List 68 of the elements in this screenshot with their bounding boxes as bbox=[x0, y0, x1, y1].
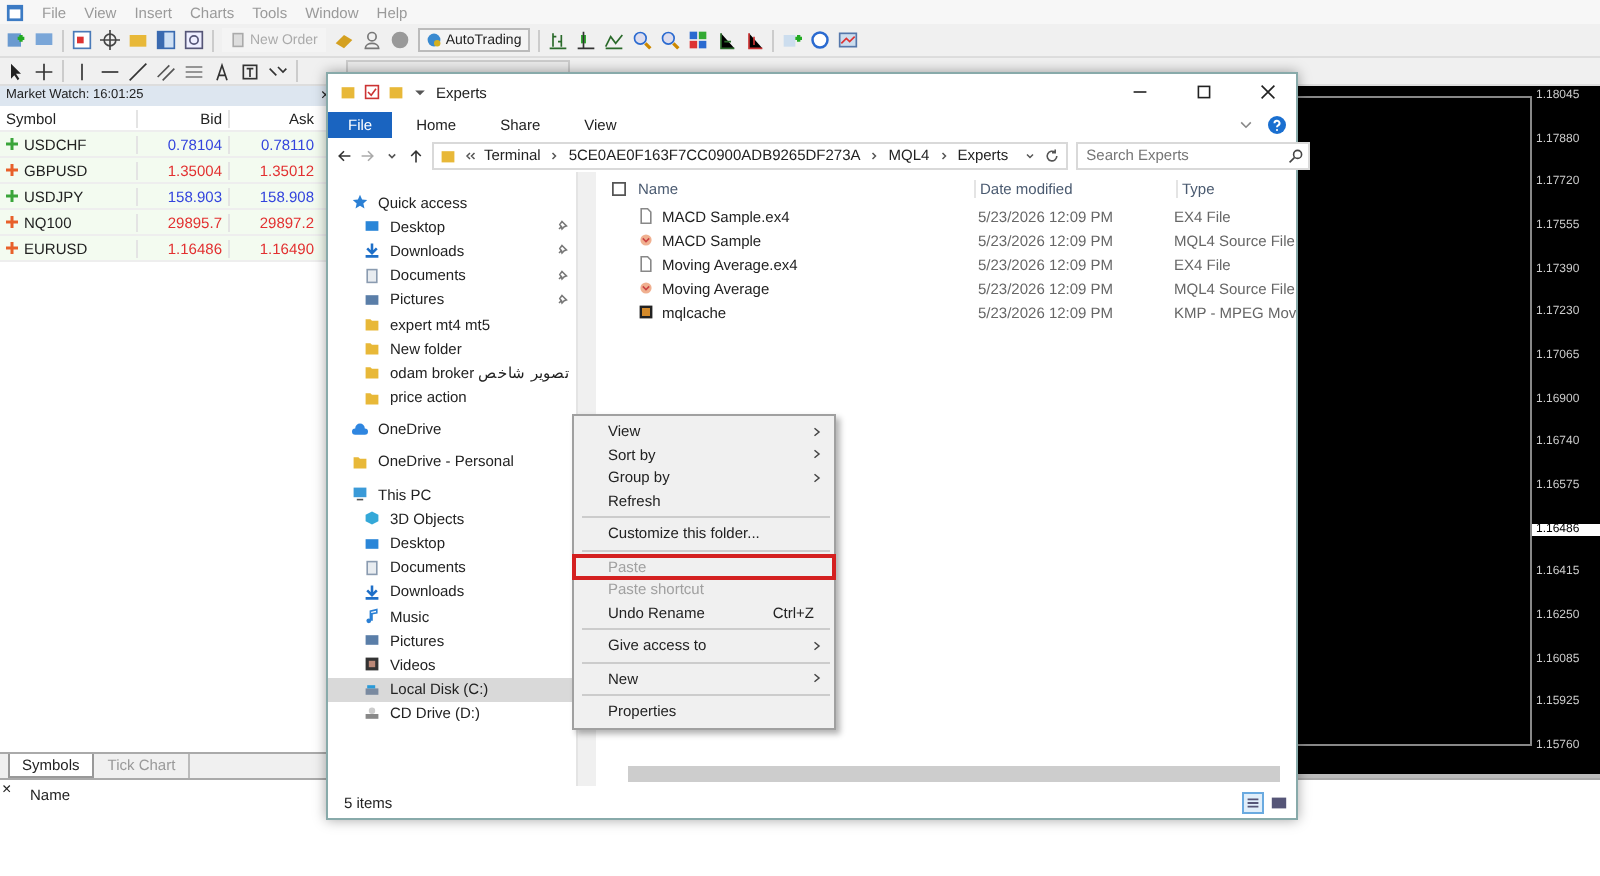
file-icon bbox=[638, 208, 654, 224]
channel-icon[interactable] bbox=[156, 61, 176, 81]
cursor-icon[interactable] bbox=[6, 61, 26, 81]
download-icon bbox=[364, 242, 380, 259]
chevron-right-icon bbox=[548, 149, 561, 161]
video-icon bbox=[364, 656, 380, 673]
music-icon bbox=[364, 608, 380, 625]
pin-icon[interactable] bbox=[556, 244, 568, 257]
details-view-icon[interactable] bbox=[1244, 793, 1262, 811]
chevron-right-icon bbox=[810, 672, 822, 685]
indicator-icon[interactable] bbox=[781, 30, 802, 50]
chevron-right-icon bbox=[868, 149, 881, 161]
refresh-icon[interactable] bbox=[1044, 147, 1061, 163]
zoom-in-icon[interactable] bbox=[631, 30, 652, 50]
search-icon bbox=[1288, 147, 1305, 163]
new-chart-icon[interactable] bbox=[6, 30, 26, 50]
checkbox-icon[interactable] bbox=[364, 84, 380, 100]
help-icon[interactable] bbox=[1268, 115, 1286, 133]
up-arrow-icon[interactable] bbox=[408, 147, 424, 163]
desktop-icon bbox=[364, 535, 380, 552]
star-icon bbox=[352, 194, 368, 211]
candlestick-icon[interactable] bbox=[575, 30, 596, 50]
crosshair-icon[interactable] bbox=[100, 30, 120, 50]
checkbox[interactable] bbox=[612, 181, 626, 195]
text-icon[interactable] bbox=[212, 61, 232, 81]
folder-icon bbox=[352, 453, 368, 470]
pin-icon[interactable] bbox=[556, 269, 568, 282]
pc-icon bbox=[352, 486, 368, 503]
crosshair-icon[interactable] bbox=[34, 61, 54, 81]
zoom-out-icon[interactable] bbox=[659, 30, 680, 50]
picture-icon bbox=[364, 632, 380, 649]
bar-chart-icon[interactable] bbox=[547, 30, 568, 50]
desktop-icon bbox=[364, 218, 380, 235]
label-icon[interactable] bbox=[240, 61, 260, 81]
source-file-icon bbox=[638, 280, 654, 296]
double-chevron-icon bbox=[464, 149, 476, 161]
window-icon[interactable] bbox=[156, 30, 176, 50]
video-file-icon bbox=[638, 304, 654, 320]
file-icon bbox=[638, 256, 654, 272]
cd-icon bbox=[364, 705, 380, 722]
folder-icon bbox=[440, 147, 456, 163]
pin-icon[interactable] bbox=[556, 293, 568, 306]
user-icon[interactable] bbox=[361, 30, 382, 50]
document-icon bbox=[364, 559, 380, 576]
cube-icon bbox=[364, 510, 380, 527]
line-chart-icon[interactable] bbox=[603, 30, 624, 50]
maximize-icon[interactable] bbox=[1196, 84, 1212, 100]
picture-icon bbox=[364, 291, 380, 308]
document-icon bbox=[230, 32, 246, 48]
chevron-right-icon bbox=[810, 639, 822, 652]
close-icon[interactable] bbox=[1260, 84, 1276, 100]
chevron-right-icon bbox=[937, 149, 950, 161]
source-file-icon bbox=[638, 232, 654, 248]
download-icon bbox=[364, 583, 380, 600]
horizontal-scrollbar[interactable] bbox=[628, 766, 1280, 782]
chevron-down-icon[interactable] bbox=[1024, 149, 1037, 161]
document-icon bbox=[364, 267, 380, 284]
close-button[interactable]: × bbox=[0, 780, 18, 876]
chevron-down-icon[interactable] bbox=[1238, 116, 1254, 132]
large-icons-view-icon[interactable] bbox=[1270, 793, 1288, 811]
folder-icon bbox=[340, 84, 356, 100]
pin-icon[interactable] bbox=[556, 220, 568, 233]
trendline-icon[interactable] bbox=[128, 61, 148, 81]
tile-windows-icon[interactable] bbox=[687, 30, 708, 50]
back-arrow-icon[interactable] bbox=[336, 147, 352, 163]
market-watch-icon[interactable] bbox=[72, 30, 92, 50]
cloud-icon bbox=[352, 421, 368, 438]
template-icon[interactable] bbox=[837, 30, 858, 50]
